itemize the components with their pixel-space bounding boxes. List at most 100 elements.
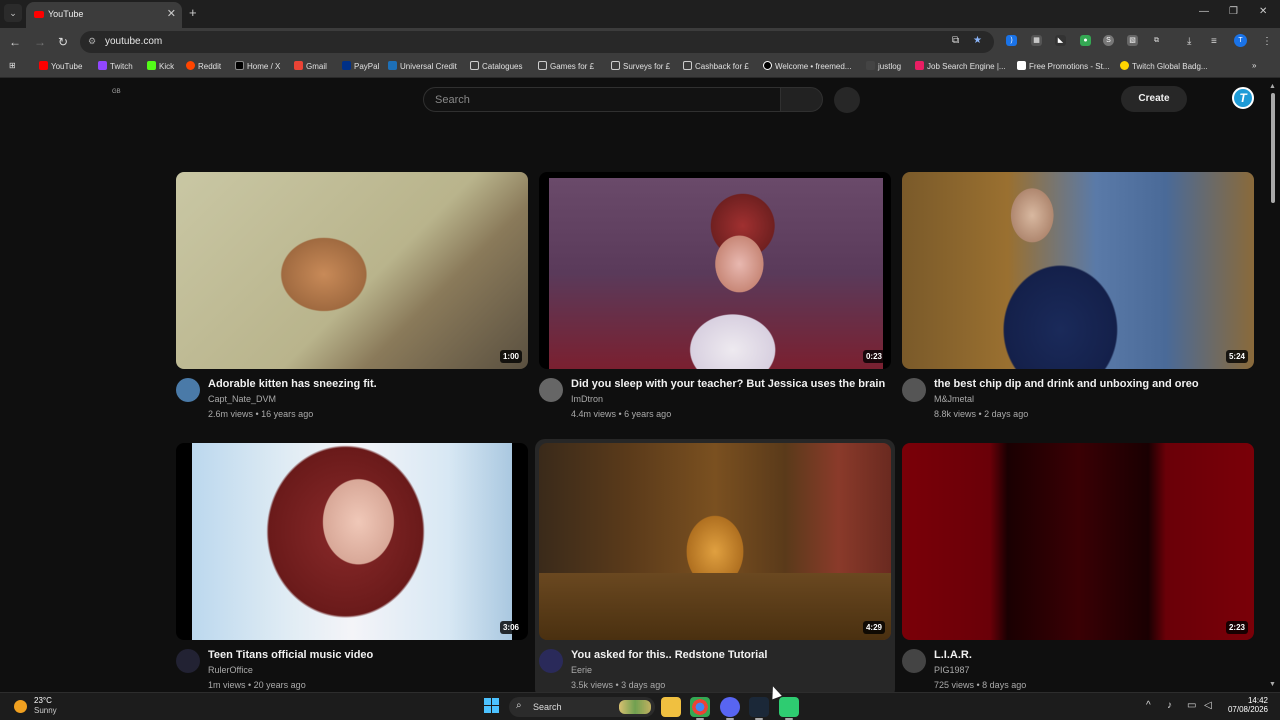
bookmark-freemed[interactable]: Welcome • freemed... [763,61,851,71]
channel-name[interactable]: ImDtron [571,394,603,404]
taskbar-search-label: Search [533,702,562,712]
install-app-icon[interactable]: ⧉ [952,35,959,46]
video-thumbnail[interactable]: 1:00 [176,172,528,369]
show-hidden-icons[interactable]: ^ [1146,700,1151,711]
channel-name[interactable]: PIG1987 [934,665,970,675]
video-title[interactable]: Did you sleep with your teacher? But Jes… [571,378,889,390]
channel-avatar[interactable] [539,649,563,673]
video-thumbnail[interactable]: 4:29 [539,443,891,640]
scrollbar-thumb[interactable] [1271,93,1275,203]
microphone-icon[interactable]: ♪ [1167,700,1172,711]
clock-date: 07/08/2026 [1227,705,1268,714]
bookmarks-overflow-icon[interactable]: » [1252,61,1256,70]
start-button[interactable] [484,698,500,714]
site-info-icon[interactable]: ⚙ [88,36,96,47]
video-thumbnail[interactable]: 0:23 [539,172,891,369]
bookmark-twitch-badges[interactable]: Twitch Global Badg... [1120,61,1208,71]
bookmark-universal-credit[interactable]: Universal Credit [388,61,457,71]
profile-avatar-icon[interactable]: T [1234,34,1247,47]
channel-avatar[interactable] [539,378,563,402]
voice-search-button[interactable] [834,87,860,113]
channel-avatar[interactable] [176,649,200,673]
volume-icon[interactable]: ◁ [1204,700,1212,711]
video-thumbnail[interactable]: 5:24 [902,172,1254,369]
bookmark-folder-catalogues[interactable]: Catalogues [470,61,522,71]
forward-button[interactable]: → [34,35,46,49]
channel-avatar[interactable] [176,378,200,402]
video-title[interactable]: Teen Titans official music video [208,649,526,661]
bookmark-x[interactable]: Home / X [235,61,280,71]
close-window-button[interactable]: ✕ [1259,6,1267,17]
search-button[interactable] [780,87,823,112]
bookmark-twitch[interactable]: Twitch [98,61,133,71]
sun-icon[interactable] [14,700,27,713]
bookmark-kick[interactable]: Kick [147,61,174,71]
create-button[interactable]: Create [1121,86,1187,112]
channel-name[interactable]: Capt_Nate_DVM [208,394,276,404]
scroll-up-icon[interactable]: ▲ [1269,83,1276,90]
extension-icon[interactable]: ● [1080,35,1091,46]
youtube-page: GB Create T 1:00 Adorable kitten has sne… [0,78,1280,692]
extension-icon[interactable]: ◣ [1055,35,1066,46]
app-icon[interactable] [779,697,799,720]
weather-temperature[interactable]: 23°C [34,696,52,705]
file-explorer-icon[interactable] [661,697,681,717]
search-box[interactable] [423,87,781,112]
channel-name[interactable]: RulerOffice [208,665,253,675]
extension-icon[interactable]: ▦ [1031,35,1042,46]
close-tab-icon[interactable]: ✕ [167,7,176,20]
extensions-puzzle-icon[interactable]: ⧉ [1151,35,1162,46]
restore-button[interactable]: ❐ [1229,6,1238,17]
bookmark-paypal[interactable]: PayPal [342,61,379,71]
discord-icon[interactable] [720,697,740,720]
video-metadata: 4.4m views • 6 years ago [571,409,672,419]
video-duration: 3:06 [499,621,522,634]
search-input[interactable] [424,88,780,111]
bookmark-justlog[interactable]: justlog [866,61,901,71]
search-highlight-art [619,700,651,714]
video-title[interactable]: You asked for this.. Redstone Tutorial [571,649,889,661]
bookmark-youtube[interactable]: YouTube [39,61,82,71]
channel-avatar[interactable] [902,649,926,673]
page-scrollbar[interactable]: ▲ ▼ [1269,83,1277,689]
scroll-down-icon[interactable]: ▼ [1269,681,1276,688]
extension-icon[interactable]: ) [1006,35,1017,46]
weather-condition[interactable]: Sunny [34,706,57,715]
video-title[interactable]: L.I.A.R. [934,649,1252,661]
bookmark-job-search[interactable]: Job Search Engine |... [915,61,1006,71]
address-bar[interactable]: ⚙ youtube.com ⧉ ★ [80,31,994,53]
extension-icon[interactable]: ▧ [1127,35,1138,46]
clock[interactable]: 14:42 07/08/2026 [1226,696,1268,714]
account-avatar[interactable]: T [1232,87,1254,109]
menu-kebab-icon[interactable]: ⋮ [1262,36,1272,47]
bookmark-folder-games[interactable]: Games for £ [538,61,594,71]
bookmark-folder-cashback[interactable]: Cashback for £ [683,61,749,71]
video-title[interactable]: Adorable kitten has sneezing fit. [208,378,526,390]
network-icon[interactable]: ▭ [1187,700,1196,711]
bookmark-gmail[interactable]: Gmail [294,61,327,71]
channel-avatar[interactable] [902,378,926,402]
back-button[interactable]: ← [9,35,21,49]
channel-name[interactable]: M&Jmetal [934,394,974,404]
apps-grid-icon[interactable]: ⊞ [9,61,16,70]
video-thumbnail[interactable]: 3:06 [176,443,528,640]
tab-strip: ⌄ YouTube ✕ + — ❐ ✕ [0,0,1280,28]
chrome-icon[interactable] [690,697,710,720]
extension-icon[interactable]: S [1103,35,1114,46]
video-title[interactable]: the best chip dip and drink and unboxing… [934,378,1252,390]
reload-button[interactable]: ↻ [58,35,68,49]
steam-icon[interactable] [749,697,769,720]
video-thumbnail[interactable]: 2:23 [902,443,1254,640]
reading-list-icon[interactable]: ≡ [1211,36,1217,47]
taskbar-search[interactable]: ⌕ Search [509,697,655,717]
bookmark-star-icon[interactable]: ★ [973,35,982,46]
tab-youtube[interactable]: YouTube ✕ [26,2,182,28]
bookmark-reddit[interactable]: Reddit [186,61,221,71]
bookmark-free-promotions[interactable]: Free Promotions - St... [1017,61,1109,71]
downloads-icon[interactable]: ⤓ [1187,36,1191,47]
minimize-button[interactable]: — [1199,6,1209,17]
channel-name[interactable]: Eerie [571,665,592,675]
bookmark-folder-surveys[interactable]: Surveys for £ [611,61,670,71]
tab-search-button[interactable]: ⌄ [4,4,22,22]
new-tab-button[interactable]: + [189,5,197,20]
